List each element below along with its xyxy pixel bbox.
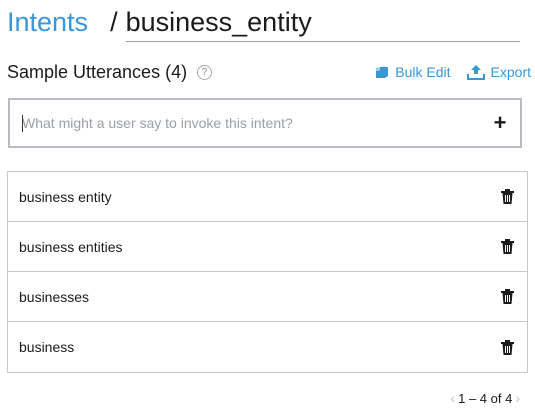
prev-page-icon[interactable]: ‹ xyxy=(447,390,458,406)
utterance-list: business entity business entities busine… xyxy=(7,171,528,373)
section-title: Sample Utterances (4) xyxy=(7,61,188,82)
pagination: ‹ 1 – 4 of 4 › xyxy=(447,389,523,407)
next-page-icon[interactable]: › xyxy=(512,390,523,406)
text-caret xyxy=(22,115,23,132)
export-label: Export xyxy=(490,64,531,80)
utterance-input[interactable] xyxy=(10,100,480,146)
bulk-edit-icon xyxy=(376,66,389,78)
header-actions: Bulk Edit Export xyxy=(359,64,531,80)
trash-icon[interactable] xyxy=(499,288,515,306)
trash-icon[interactable] xyxy=(499,238,515,256)
utterance-text[interactable]: businesses xyxy=(8,289,499,305)
trash-icon[interactable] xyxy=(499,188,515,206)
utterance-text[interactable]: business xyxy=(8,339,499,355)
pagination-text: 1 – 4 of 4 xyxy=(458,390,513,406)
breadcrumb-intents-link[interactable]: Intents xyxy=(7,4,88,40)
export-button[interactable]: Export xyxy=(466,64,531,80)
trash-icon[interactable] xyxy=(499,338,515,356)
breadcrumb: Intents / business_entity xyxy=(7,0,520,42)
sample-utterances-header: Sample Utterances (4) ? Bulk Edit Export xyxy=(7,58,531,86)
list-item[interactable]: business entity xyxy=(8,172,527,222)
list-item[interactable]: business entities xyxy=(8,222,527,272)
export-icon xyxy=(466,65,485,80)
breadcrumb-separator: / xyxy=(110,7,118,37)
bulk-edit-label: Bulk Edit xyxy=(395,64,451,80)
add-utterance-button[interactable]: + xyxy=(480,100,520,146)
utterance-text[interactable]: business entities xyxy=(8,239,499,255)
intent-name-field[interactable]: business_entity xyxy=(125,4,520,42)
bulk-edit-button[interactable]: Bulk Edit xyxy=(375,64,451,80)
utterance-input-container: + xyxy=(8,98,522,148)
help-icon[interactable]: ? xyxy=(197,64,213,80)
list-item[interactable]: businesses xyxy=(8,272,527,322)
utterance-text[interactable]: business entity xyxy=(8,189,499,205)
list-item[interactable]: business xyxy=(8,322,527,372)
